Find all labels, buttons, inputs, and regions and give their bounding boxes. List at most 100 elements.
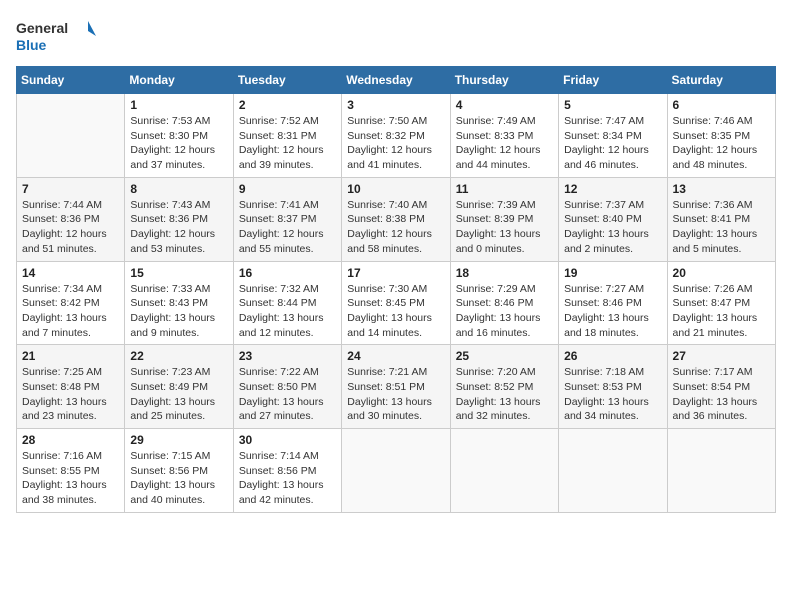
weekday-header-saturday: Saturday <box>667 67 775 94</box>
calendar-table: SundayMondayTuesdayWednesdayThursdayFrid… <box>16 66 776 513</box>
weekday-header-sunday: Sunday <box>17 67 125 94</box>
week-row-1: 1 Sunrise: 7:53 AMSunset: 8:30 PMDaylight… <box>17 94 776 178</box>
calendar-cell: 25Sunrise: 7:20 AMSunset: 8:52 PMDayligh… <box>450 345 558 429</box>
day-info: Sunrise: 7:49 AMSunset: 8:33 PMDaylight:… <box>456 114 553 173</box>
day-info: Sunrise: 7:17 AMSunset: 8:54 PMDaylight:… <box>673 365 770 424</box>
day-number: 6 <box>673 98 770 112</box>
day-info: Sunrise: 7:52 AMSunset: 8:31 PMDaylight:… <box>239 114 336 173</box>
day-number: 11 <box>456 182 553 196</box>
day-info: Sunrise: 7:50 AMSunset: 8:32 PMDaylight:… <box>347 114 444 173</box>
svg-text:Blue: Blue <box>16 37 47 53</box>
day-info: Sunrise: 7:22 AMSunset: 8:50 PMDaylight:… <box>239 365 336 424</box>
day-info: Sunrise: 7:14 AMSunset: 8:56 PMDaylight:… <box>239 449 336 508</box>
day-number: 18 <box>456 266 553 280</box>
day-number: 22 <box>130 349 227 363</box>
day-info: Sunrise: 7:27 AMSunset: 8:46 PMDaylight:… <box>564 282 661 341</box>
calendar-cell: 19 Sunrise: 7:27 AMSunset: 8:46 PMDayligh… <box>559 261 667 345</box>
calendar-cell: 1 Sunrise: 7:53 AMSunset: 8:30 PMDaylight… <box>125 94 233 178</box>
day-number: 30 <box>239 433 336 447</box>
calendar-cell: 14 Sunrise: 7:34 AMSunset: 8:42 PMDayligh… <box>17 261 125 345</box>
day-number: 19 <box>564 266 661 280</box>
day-info: Sunrise: 7:53 AMSunset: 8:30 PMDaylight:… <box>130 114 227 173</box>
logo-icon: General Blue <box>16 16 96 56</box>
calendar-cell: 28 Sunrise: 7:16 AMSunset: 8:55 PMDayligh… <box>17 429 125 513</box>
day-number: 9 <box>239 182 336 196</box>
calendar-cell <box>450 429 558 513</box>
day-info: Sunrise: 7:44 AMSunset: 8:36 PMDaylight:… <box>22 198 119 257</box>
calendar-cell: 23Sunrise: 7:22 AMSunset: 8:50 PMDayligh… <box>233 345 341 429</box>
day-number: 7 <box>22 182 119 196</box>
calendar-cell: 24 Sunrise: 7:21 AMSunset: 8:51 PMDayligh… <box>342 345 450 429</box>
calendar-cell: 8 Sunrise: 7:43 AMSunset: 8:36 PMDaylight… <box>125 177 233 261</box>
day-info: Sunrise: 7:47 AMSunset: 8:34 PMDaylight:… <box>564 114 661 173</box>
day-number: 5 <box>564 98 661 112</box>
day-number: 1 <box>130 98 227 112</box>
calendar-cell: 2 Sunrise: 7:52 AMSunset: 8:31 PMDaylight… <box>233 94 341 178</box>
header: General Blue <box>16 16 776 56</box>
day-info: Sunrise: 7:34 AMSunset: 8:42 PMDaylight:… <box>22 282 119 341</box>
week-row-5: 28 Sunrise: 7:16 AMSunset: 8:55 PMDayligh… <box>17 429 776 513</box>
day-info: Sunrise: 7:16 AMSunset: 8:55 PMDaylight:… <box>22 449 119 508</box>
weekday-header-thursday: Thursday <box>450 67 558 94</box>
day-info: Sunrise: 7:20 AMSunset: 8:52 PMDaylight:… <box>456 365 553 424</box>
calendar-cell <box>667 429 775 513</box>
day-info: Sunrise: 7:41 AMSunset: 8:37 PMDaylight:… <box>239 198 336 257</box>
weekday-header-monday: Monday <box>125 67 233 94</box>
day-number: 26 <box>564 349 661 363</box>
calendar-cell: 10 Sunrise: 7:40 AMSunset: 8:38 PMDayligh… <box>342 177 450 261</box>
calendar-cell: 7 Sunrise: 7:44 AMSunset: 8:36 PMDaylight… <box>17 177 125 261</box>
day-info: Sunrise: 7:40 AMSunset: 8:38 PMDaylight:… <box>347 198 444 257</box>
day-number: 10 <box>347 182 444 196</box>
calendar-cell: 22Sunrise: 7:23 AMSunset: 8:49 PMDayligh… <box>125 345 233 429</box>
day-number: 14 <box>22 266 119 280</box>
day-info: Sunrise: 7:30 AMSunset: 8:45 PMDaylight:… <box>347 282 444 341</box>
day-info: Sunrise: 7:43 AMSunset: 8:36 PMDaylight:… <box>130 198 227 257</box>
calendar-cell: 27 Sunrise: 7:17 AMSunset: 8:54 PMDayligh… <box>667 345 775 429</box>
calendar-cell: 21 Sunrise: 7:25 AMSunset: 8:48 PMDayligh… <box>17 345 125 429</box>
day-info: Sunrise: 7:46 AMSunset: 8:35 PMDaylight:… <box>673 114 770 173</box>
calendar-cell: 13 Sunrise: 7:36 AMSunset: 8:41 PMDayligh… <box>667 177 775 261</box>
day-info: Sunrise: 7:32 AMSunset: 8:44 PMDaylight:… <box>239 282 336 341</box>
day-number: 4 <box>456 98 553 112</box>
day-info: Sunrise: 7:39 AMSunset: 8:39 PMDaylight:… <box>456 198 553 257</box>
day-info: Sunrise: 7:21 AMSunset: 8:51 PMDaylight:… <box>347 365 444 424</box>
logo: General Blue <box>16 16 96 56</box>
weekday-header-tuesday: Tuesday <box>233 67 341 94</box>
calendar-cell: 6 Sunrise: 7:46 AMSunset: 8:35 PMDaylight… <box>667 94 775 178</box>
calendar-cell: 15 Sunrise: 7:33 AMSunset: 8:43 PMDayligh… <box>125 261 233 345</box>
calendar-cell: 30 Sunrise: 7:14 AMSunset: 8:56 PMDayligh… <box>233 429 341 513</box>
day-number: 3 <box>347 98 444 112</box>
day-info: Sunrise: 7:15 AMSunset: 8:56 PMDaylight:… <box>130 449 227 508</box>
day-number: 8 <box>130 182 227 196</box>
day-number: 27 <box>673 349 770 363</box>
week-row-4: 21 Sunrise: 7:25 AMSunset: 8:48 PMDayligh… <box>17 345 776 429</box>
day-info: Sunrise: 7:33 AMSunset: 8:43 PMDaylight:… <box>130 282 227 341</box>
day-number: 28 <box>22 433 119 447</box>
calendar-cell: 18Sunrise: 7:29 AMSunset: 8:46 PMDayligh… <box>450 261 558 345</box>
weekday-header-friday: Friday <box>559 67 667 94</box>
calendar-cell <box>342 429 450 513</box>
calendar-cell: 5 Sunrise: 7:47 AMSunset: 8:34 PMDaylight… <box>559 94 667 178</box>
day-info: Sunrise: 7:18 AMSunset: 8:53 PMDaylight:… <box>564 365 661 424</box>
day-number: 2 <box>239 98 336 112</box>
calendar-cell: 29Sunrise: 7:15 AMSunset: 8:56 PMDayligh… <box>125 429 233 513</box>
day-number: 13 <box>673 182 770 196</box>
weekday-header-wednesday: Wednesday <box>342 67 450 94</box>
day-info: Sunrise: 7:36 AMSunset: 8:41 PMDaylight:… <box>673 198 770 257</box>
svg-text:General: General <box>16 20 68 36</box>
calendar-cell: 26 Sunrise: 7:18 AMSunset: 8:53 PMDayligh… <box>559 345 667 429</box>
calendar-cell: 3 Sunrise: 7:50 AMSunset: 8:32 PMDaylight… <box>342 94 450 178</box>
day-number: 15 <box>130 266 227 280</box>
day-number: 20 <box>673 266 770 280</box>
day-info: Sunrise: 7:37 AMSunset: 8:40 PMDaylight:… <box>564 198 661 257</box>
calendar-cell: 4 Sunrise: 7:49 AMSunset: 8:33 PMDaylight… <box>450 94 558 178</box>
calendar-cell <box>559 429 667 513</box>
week-row-3: 14 Sunrise: 7:34 AMSunset: 8:42 PMDayligh… <box>17 261 776 345</box>
day-number: 16 <box>239 266 336 280</box>
day-number: 12 <box>564 182 661 196</box>
day-number: 24 <box>347 349 444 363</box>
day-number: 21 <box>22 349 119 363</box>
day-info: Sunrise: 7:26 AMSunset: 8:47 PMDaylight:… <box>673 282 770 341</box>
day-info: Sunrise: 7:25 AMSunset: 8:48 PMDaylight:… <box>22 365 119 424</box>
calendar-cell: 20 Sunrise: 7:26 AMSunset: 8:47 PMDayligh… <box>667 261 775 345</box>
